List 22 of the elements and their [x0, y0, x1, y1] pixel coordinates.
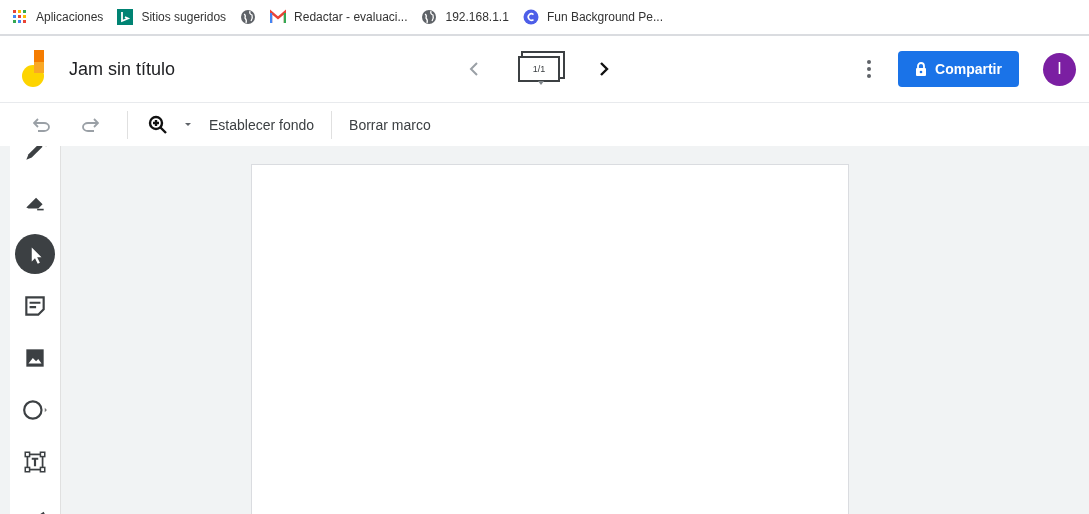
- share-button[interactable]: Compartir: [898, 51, 1019, 87]
- document-title[interactable]: Jam sin título: [69, 58, 176, 80]
- apps-grid-icon[interactable]: [12, 9, 28, 25]
- zoom-in-icon[interactable]: [148, 114, 168, 135]
- bookmark-link[interactable]: 192.168.1.1: [445, 10, 509, 24]
- more-options-icon[interactable]: [866, 59, 872, 79]
- cursor-icon[interactable]: [15, 234, 55, 274]
- bookmark-link[interactable]: Aplicaciones: [36, 10, 104, 24]
- lock-icon: [915, 62, 928, 76]
- gmail-logo-icon[interactable]: [270, 9, 287, 25]
- user-avatar[interactable]: I: [1043, 52, 1076, 86]
- toolbar-button[interactable]: Borrar marco: [340, 110, 440, 139]
- bookmark-link[interactable]: Redactar - evaluaci...: [294, 10, 408, 24]
- globe-icon[interactable]: [421, 9, 438, 25]
- bookmark-link[interactable]: Sitios sugeridos: [141, 10, 227, 24]
- bing-logo-icon[interactable]: [117, 9, 134, 25]
- bookmark-link[interactable]: Fun Background Pe...: [546, 10, 663, 24]
- next-frame-icon[interactable]: [598, 61, 610, 77]
- canva-logo-icon[interactable]: [522, 9, 539, 25]
- toolbar-button[interactable]: Establecer fondo: [200, 110, 324, 139]
- dropdown-caret-icon[interactable]: [184, 122, 192, 127]
- globe-icon[interactable]: [240, 9, 257, 25]
